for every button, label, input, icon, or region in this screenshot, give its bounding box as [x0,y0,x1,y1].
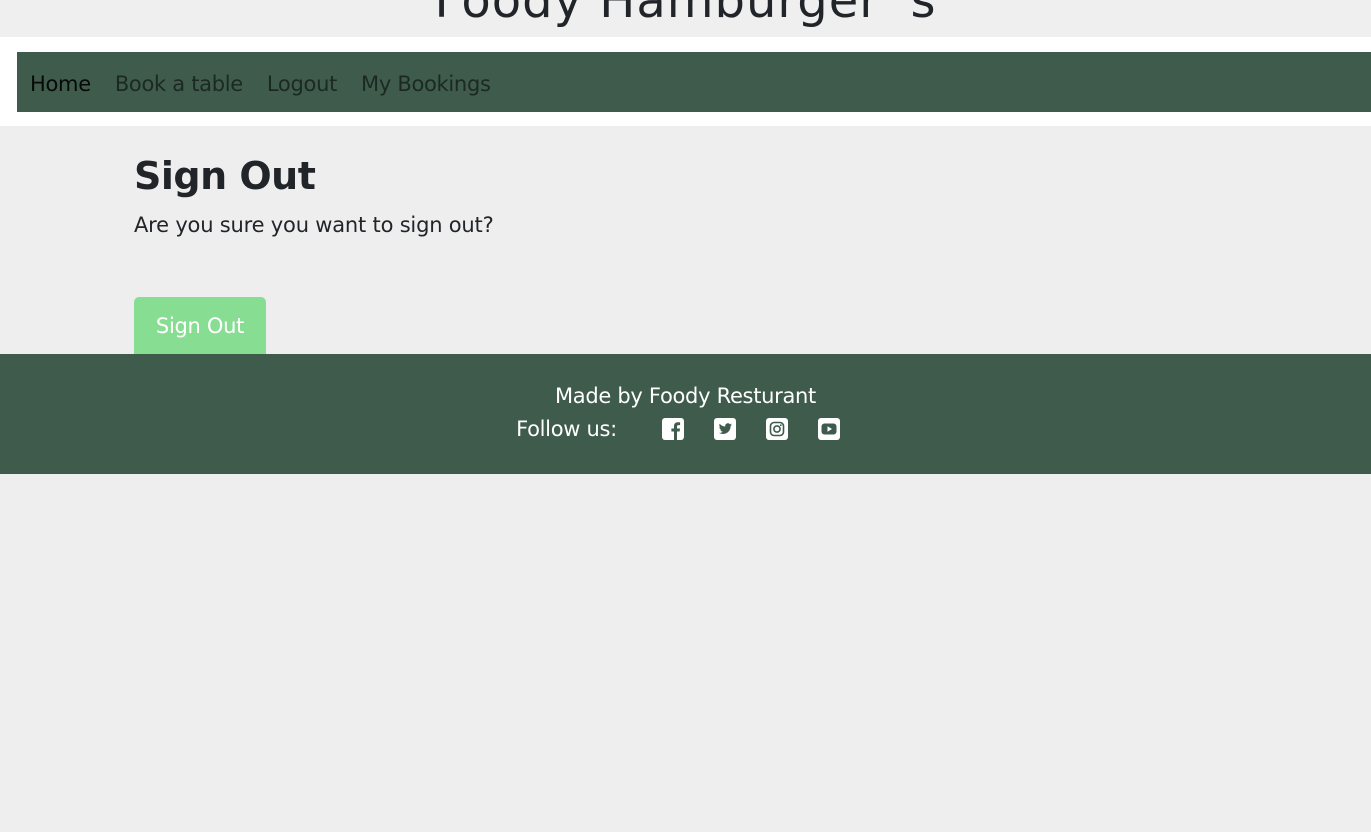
facebook-icon[interactable] [661,418,684,441]
footer-credit: Made by Foody Resturant [554,384,816,408]
sign-out-button[interactable]: Sign Out [134,297,266,354]
site-title: Foody Hamburger 's [434,0,937,29]
main-content: Sign Out Are you sure you want to sign o… [0,126,1371,354]
nav-wrapper: Home Book a table Logout My Bookings [0,37,1371,126]
nav-link-logout[interactable]: Logout [267,72,337,96]
site-header: Foody Hamburger 's [0,0,1371,37]
navbar: Home Book a table Logout My Bookings [17,52,1371,112]
nav-link-home[interactable]: Home [30,72,91,96]
footer-social: Follow us: [0,417,1371,441]
nav-link-my-bookings[interactable]: My Bookings [361,72,491,96]
page-title: Sign Out [134,154,316,198]
nav-link-book-a-table[interactable]: Book a table [115,72,243,96]
youtube-icon[interactable] [817,418,840,441]
confirm-message: Are you sure you want to sign out? [134,212,494,237]
instagram-icon[interactable] [765,418,788,441]
page-background [0,474,1371,832]
twitter-icon[interactable] [713,418,736,441]
follow-label: Follow us: [516,417,617,442]
footer: Made by Foody Resturant Follow us: [0,354,1371,474]
